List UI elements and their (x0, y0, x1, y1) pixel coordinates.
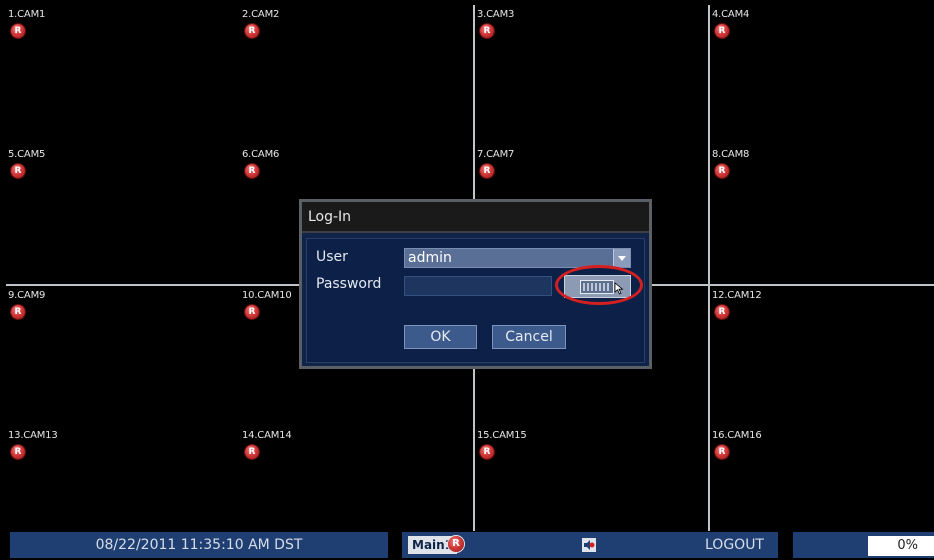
record-icon: R (11, 164, 25, 178)
camera-tile[interactable]: 4.CAM4 R (710, 5, 934, 147)
login-dialog: Log-In User admin Password OK Cancel (299, 199, 652, 369)
camera-label: 6.CAM6 (242, 149, 280, 160)
record-icon[interactable]: R (448, 536, 464, 552)
logout-button[interactable]: LOGOUT (705, 532, 764, 558)
camera-label: 5.CAM5 (8, 149, 46, 160)
record-icon: R (715, 305, 729, 319)
record-icon: R (480, 445, 494, 459)
camera-label: 15.CAM15 (477, 430, 527, 441)
camera-tile[interactable]: 1.CAM1 R (6, 5, 242, 147)
record-icon: R (245, 305, 259, 319)
record-icon: R (11, 24, 25, 38)
chevron-down-icon[interactable] (613, 249, 630, 267)
record-icon: R (11, 305, 25, 319)
password-label: Password (316, 276, 382, 292)
record-icon: R (245, 445, 259, 459)
record-icon: R (715, 445, 729, 459)
camera-tile[interactable]: 5.CAM5 R (6, 145, 242, 286)
camera-label: 1.CAM1 (8, 9, 46, 20)
camera-tile[interactable]: 8.CAM8 R (710, 145, 934, 286)
camera-tile[interactable]: 15.CAM15 R (475, 426, 710, 531)
camera-tile[interactable]: 14.CAM14 R (240, 426, 475, 531)
record-icon: R (715, 24, 729, 38)
record-icon: R (480, 24, 494, 38)
camera-tile[interactable]: 12.CAM12 R (710, 286, 934, 428)
camera-tile[interactable]: 13.CAM13 R (6, 426, 242, 531)
camera-label: 9.CAM9 (8, 290, 46, 301)
login-form: User admin Password OK Cancel (306, 238, 645, 363)
camera-label: 13.CAM13 (8, 430, 58, 441)
ok-button[interactable]: OK (404, 325, 477, 349)
status-center-panel: Main1 R LOGOUT (402, 532, 778, 558)
camera-label: 8.CAM8 (712, 149, 750, 160)
record-icon: R (480, 164, 494, 178)
camera-label: 12.CAM12 (712, 290, 762, 301)
disk-usage-panel: 0% (793, 532, 934, 558)
camera-tile[interactable]: 9.CAM9 R (6, 286, 242, 428)
record-icon: R (245, 24, 259, 38)
camera-label: 7.CAM7 (477, 149, 515, 160)
camera-label: 2.CAM2 (242, 9, 280, 20)
camera-tile[interactable]: 2.CAM2 R (240, 5, 475, 147)
status-bar: 08/22/2011 11:35:10 AM DST Main1 R LOGOU… (0, 531, 934, 560)
camera-label: 4.CAM4 (712, 9, 750, 20)
record-icon: R (715, 164, 729, 178)
highlight-circle (555, 265, 643, 305)
disk-usage-percent: 0% (868, 536, 934, 556)
camera-label: 14.CAM14 (242, 430, 292, 441)
login-dialog-title: Log-In (302, 202, 649, 233)
dvr-screen: 1.CAM1 R 2.CAM2 R 3.CAM3 R 4.CAM4 R 5.CAM5 R 6.CAM… (0, 0, 934, 560)
user-select-value: admin (408, 250, 452, 266)
camera-tile[interactable]: 3.CAM3 R (475, 5, 710, 147)
datetime-display: 08/22/2011 11:35:10 AM DST (10, 532, 388, 558)
camera-tile[interactable]: 16.CAM16 R (710, 426, 934, 531)
camera-label: 16.CAM16 (712, 430, 762, 441)
record-icon: R (11, 445, 25, 459)
camera-label: 10.CAM10 (242, 290, 292, 301)
camera-label: 3.CAM3 (477, 9, 515, 20)
user-label: User (316, 249, 348, 265)
password-field[interactable] (404, 276, 552, 296)
record-icon: R (245, 164, 259, 178)
cancel-button[interactable]: Cancel (492, 325, 566, 349)
audio-mute-icon[interactable] (582, 538, 596, 552)
